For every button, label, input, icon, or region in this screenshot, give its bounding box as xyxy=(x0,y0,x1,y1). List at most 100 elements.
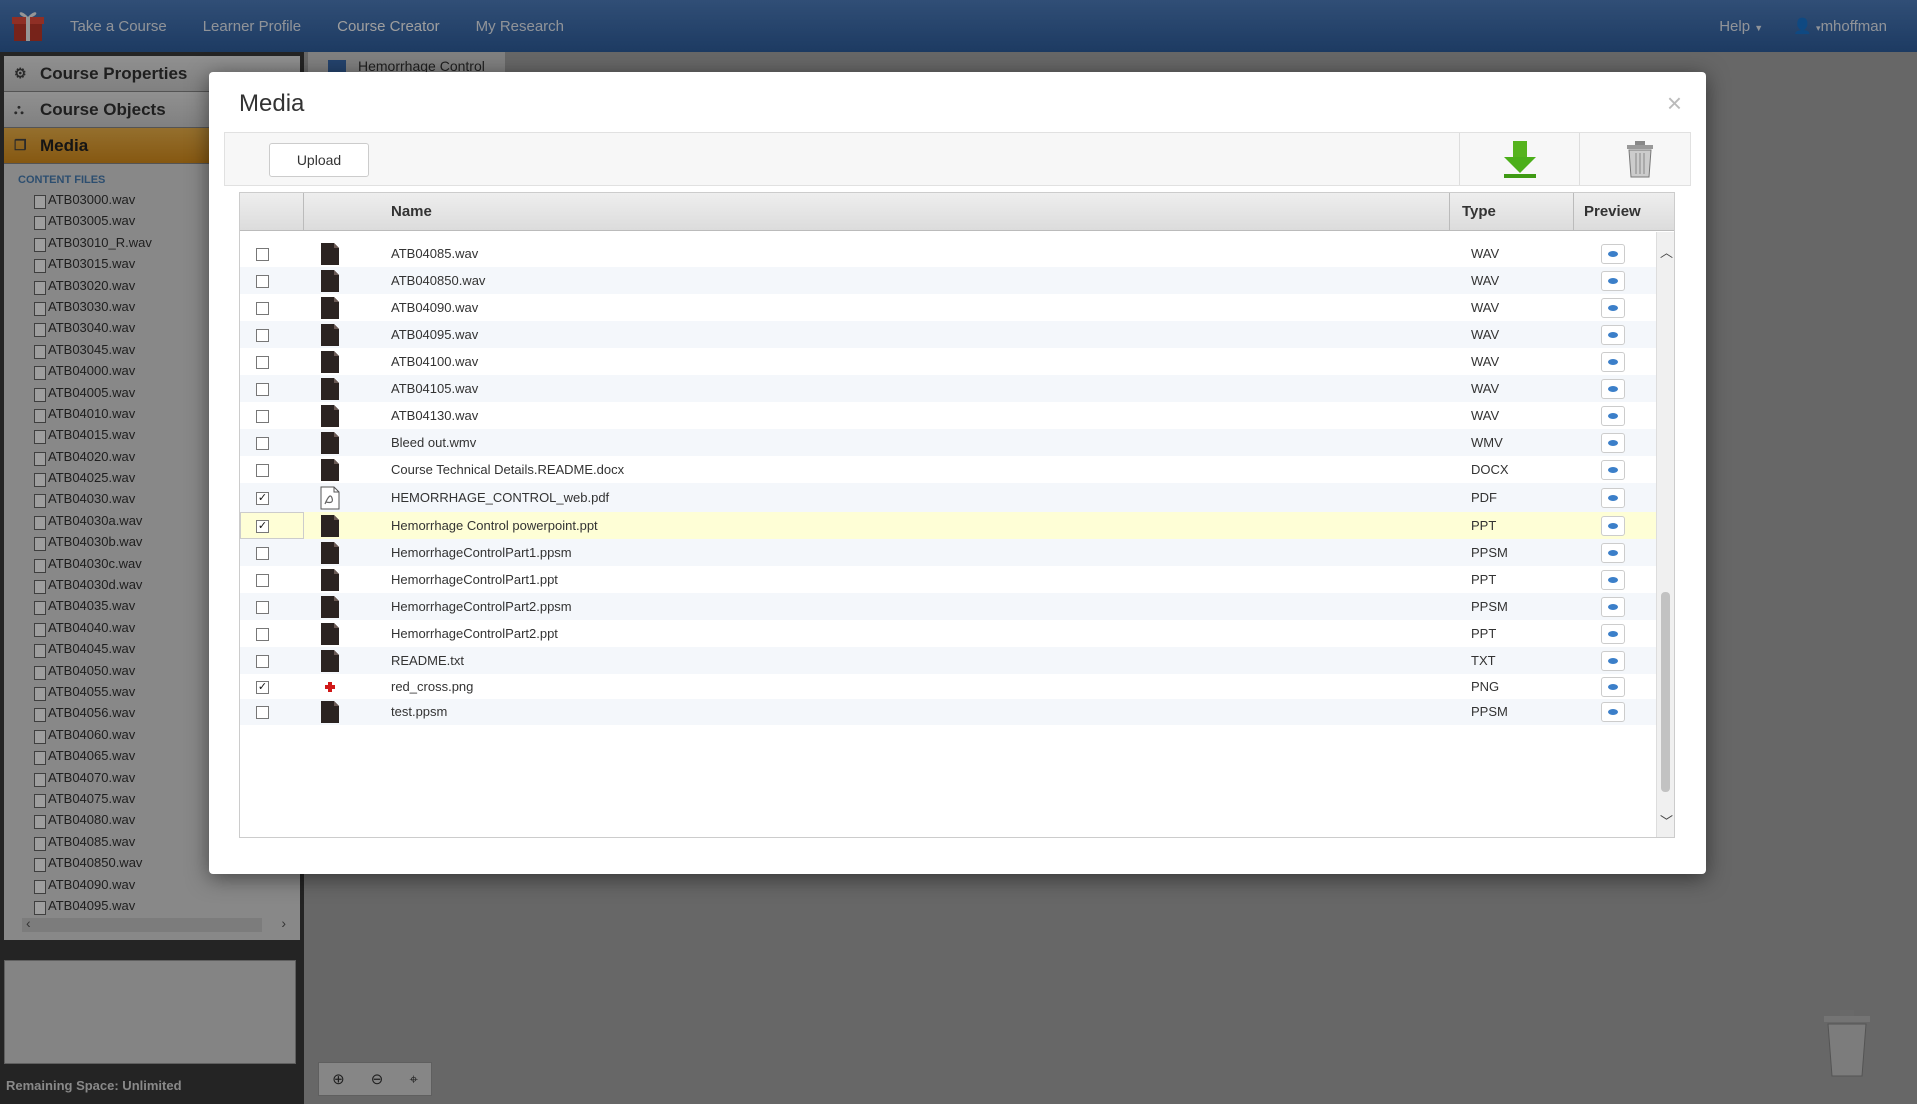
row-checkbox[interactable] xyxy=(256,382,269,396)
table-row[interactable]: ATB04105.wav WAV xyxy=(240,375,1658,402)
trash-icon xyxy=(1626,141,1653,178)
file-type: WAV xyxy=(1471,407,1500,423)
preview-eye-icon[interactable] xyxy=(1601,623,1625,644)
column-name[interactable]: Name xyxy=(304,193,1450,231)
file-type: TXT xyxy=(1471,652,1496,668)
preview-eye-icon[interactable] xyxy=(1601,487,1625,508)
table-row[interactable]: Course Technical Details.README.docx DOCX xyxy=(240,456,1658,483)
file-icon xyxy=(320,296,340,320)
table-row[interactable]: Bleed out.wmv WMV xyxy=(240,429,1658,456)
preview-eye-icon[interactable] xyxy=(1601,378,1625,399)
close-icon[interactable]: × xyxy=(1667,88,1682,119)
table-row[interactable]: HemorrhageControlPart1.ppsm PPSM xyxy=(240,539,1658,566)
media-dialog: Media × Upload Name Type Preview ATB0408… xyxy=(209,72,1706,874)
file-icon xyxy=(320,568,340,592)
row-checkbox[interactable]: ✓ xyxy=(256,519,269,533)
row-checkbox[interactable] xyxy=(256,355,269,369)
row-checkbox[interactable]: ✓ xyxy=(256,491,269,505)
chevron-down-icon[interactable]: ﹀ xyxy=(1660,811,1673,830)
file-type: WAV xyxy=(1471,299,1500,315)
row-checkbox[interactable] xyxy=(256,573,269,587)
grid-header: Name Type Preview xyxy=(240,193,1674,231)
file-name: HemorrhageControlPart1.ppsm xyxy=(391,544,572,560)
preview-eye-icon[interactable] xyxy=(1601,270,1625,291)
file-type: PPSM xyxy=(1471,544,1508,560)
preview-eye-icon[interactable] xyxy=(1601,515,1625,536)
chevron-up-icon[interactable]: ︿ xyxy=(1660,242,1673,261)
vertical-scrollbar[interactable]: ︿ ﹀ xyxy=(1656,232,1674,837)
file-type: DOCX xyxy=(1471,461,1509,477)
row-checkbox[interactable] xyxy=(256,706,269,719)
file-name: HemorrhageControlPart2.ppt xyxy=(391,625,558,641)
file-type: PPSM xyxy=(1471,598,1508,614)
row-checkbox[interactable] xyxy=(256,436,269,450)
file-name: HemorrhageControlPart2.ppsm xyxy=(391,598,572,614)
table-row[interactable]: ✓ HEMORRHAGE_CONTROL_web.pdf PDF xyxy=(240,483,1658,512)
file-name: ATB04130.wav xyxy=(391,407,479,423)
table-row[interactable]: README.txt TXT xyxy=(240,647,1658,674)
row-checkbox[interactable] xyxy=(256,600,269,614)
row-checkbox[interactable] xyxy=(256,328,269,342)
file-icon xyxy=(320,541,340,565)
file-type: WMV xyxy=(1471,434,1503,450)
table-row[interactable]: ATB040850.wav WAV xyxy=(240,267,1658,294)
table-row[interactable]: ✓ Hemorrhage Control powerpoint.ppt PPT xyxy=(240,512,1658,539)
file-type: WAV xyxy=(1471,380,1500,396)
scroll-thumb[interactable] xyxy=(1661,592,1670,792)
table-row[interactable]: ATB04100.wav WAV xyxy=(240,348,1658,375)
row-checkbox[interactable]: ✓ xyxy=(256,680,269,694)
table-row[interactable]: ✓ red_cross.png PNG xyxy=(240,674,1658,699)
media-toolbar: Upload xyxy=(224,132,1691,186)
file-name: ATB04095.wav xyxy=(391,326,479,342)
red-cross-icon xyxy=(320,675,340,699)
row-checkbox[interactable] xyxy=(256,463,269,477)
file-name: Hemorrhage Control powerpoint.ppt xyxy=(391,517,598,533)
file-icon xyxy=(320,323,340,347)
row-checkbox[interactable] xyxy=(256,546,269,560)
row-checkbox[interactable] xyxy=(256,248,269,261)
row-checkbox[interactable] xyxy=(256,654,269,668)
row-select-focus xyxy=(240,512,304,539)
preview-eye-icon[interactable] xyxy=(1601,297,1625,318)
file-icon xyxy=(320,649,340,673)
column-type[interactable]: Type xyxy=(1450,193,1574,231)
table-row[interactable]: HemorrhageControlPart2.ppt PPT xyxy=(240,620,1658,647)
grid-body: ATB04085.wav WAV ATB040850.wav WAV ATB04090.… xyxy=(240,232,1658,837)
table-row[interactable]: ATB04095.wav WAV xyxy=(240,321,1658,348)
row-checkbox[interactable] xyxy=(256,627,269,641)
preview-eye-icon[interactable] xyxy=(1601,405,1625,426)
preview-eye-icon[interactable] xyxy=(1601,244,1625,264)
file-type: PPT xyxy=(1471,571,1497,587)
table-row[interactable]: test.ppsm PPSM xyxy=(240,699,1658,725)
column-preview[interactable]: Preview xyxy=(1574,193,1674,231)
preview-eye-icon[interactable] xyxy=(1601,459,1625,480)
table-row[interactable]: ATB04085.wav WAV xyxy=(240,241,1658,267)
row-checkbox[interactable] xyxy=(256,274,269,288)
file-icon xyxy=(320,431,340,455)
upload-button[interactable]: Upload xyxy=(269,143,369,177)
preview-eye-icon[interactable] xyxy=(1601,569,1625,590)
row-checkbox[interactable] xyxy=(256,301,269,315)
preview-eye-icon[interactable] xyxy=(1601,351,1625,372)
file-icon xyxy=(320,622,340,646)
preview-eye-icon[interactable] xyxy=(1601,596,1625,617)
file-type: PPT xyxy=(1471,517,1497,533)
table-row[interactable]: ATB04090.wav WAV xyxy=(240,294,1658,321)
file-name: ATB04090.wav xyxy=(391,299,479,315)
preview-eye-icon[interactable] xyxy=(1601,702,1625,722)
download-button[interactable] xyxy=(1459,133,1579,185)
dialog-title: Media xyxy=(239,90,305,117)
select-all-header[interactable] xyxy=(240,193,304,231)
table-row[interactable]: ATB04130.wav WAV xyxy=(240,402,1658,429)
delete-button[interactable] xyxy=(1579,133,1699,185)
table-row[interactable]: HemorrhageControlPart1.ppt PPT xyxy=(240,566,1658,593)
row-checkbox[interactable] xyxy=(256,409,269,423)
file-icon xyxy=(320,350,340,374)
preview-eye-icon[interactable] xyxy=(1601,676,1625,697)
preview-eye-icon[interactable] xyxy=(1601,324,1625,345)
file-icon xyxy=(320,514,340,538)
preview-eye-icon[interactable] xyxy=(1601,542,1625,563)
preview-eye-icon[interactable] xyxy=(1601,650,1625,671)
table-row[interactable]: HemorrhageControlPart2.ppsm PPSM xyxy=(240,593,1658,620)
preview-eye-icon[interactable] xyxy=(1601,432,1625,453)
